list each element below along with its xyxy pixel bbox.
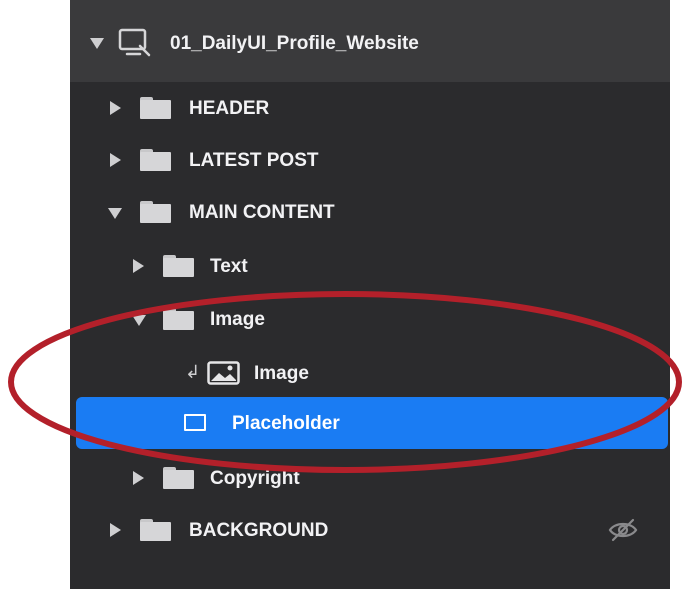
disclosure-expanded-icon[interactable] <box>108 208 122 219</box>
image-icon <box>207 361 240 385</box>
layer-row-text[interactable]: Text <box>70 240 670 292</box>
layer-label: BACKGROUND <box>189 520 329 541</box>
layer-label: Image <box>210 309 265 330</box>
layer-label: Image <box>254 363 309 384</box>
rectangle-icon <box>184 414 206 431</box>
layer-row-header[interactable]: HEADER <box>70 82 670 134</box>
disclosure-collapsed-icon[interactable] <box>133 259 144 273</box>
artboard-disclosure-icon[interactable] <box>90 38 104 49</box>
layer-row-image-group[interactable]: Image <box>70 293 670 345</box>
layer-row-image[interactable] <box>70 346 670 396</box>
layer-label: Placeholder <box>232 413 340 434</box>
artboard-row[interactable]: 01_DailyUI_Profile_Website <box>70 0 670 82</box>
disclosure-collapsed-icon[interactable] <box>110 523 121 537</box>
layer-row-placeholder[interactable] <box>76 397 668 449</box>
layer-label: LATEST POST <box>189 150 319 171</box>
folder-icon <box>163 308 194 330</box>
disclosure-collapsed-icon[interactable] <box>110 153 121 167</box>
layer-row-copyright[interactable]: Copyright <box>70 452 670 504</box>
folder-icon <box>140 149 171 171</box>
artboard-title: 01_DailyUI_Profile_Website <box>170 33 419 54</box>
folder-icon <box>140 519 171 541</box>
eye-hidden-icon[interactable] <box>607 517 639 543</box>
layer-row-latest-post[interactable]: LATEST POST <box>70 134 670 186</box>
folder-icon <box>163 467 194 489</box>
mask-arrow-icon: ↲ <box>185 362 201 383</box>
folder-icon <box>163 255 194 277</box>
layer-row-main-content[interactable]: MAIN CONTENT <box>70 186 670 238</box>
disclosure-collapsed-icon[interactable] <box>110 101 121 115</box>
artboard-icon <box>118 28 151 57</box>
layers-panel: 01_DailyUI_Profile_Website HEADER LATEST… <box>70 0 670 589</box>
disclosure-collapsed-icon[interactable] <box>133 471 144 485</box>
layer-label: Copyright <box>210 468 300 489</box>
folder-icon <box>140 97 171 119</box>
layer-label: MAIN CONTENT <box>189 202 335 223</box>
layer-row-background[interactable]: BACKGROUND <box>70 504 670 556</box>
disclosure-expanded-icon[interactable] <box>132 315 146 326</box>
layer-label: HEADER <box>189 98 270 119</box>
folder-icon <box>140 201 171 223</box>
layer-label: Text <box>210 256 248 277</box>
